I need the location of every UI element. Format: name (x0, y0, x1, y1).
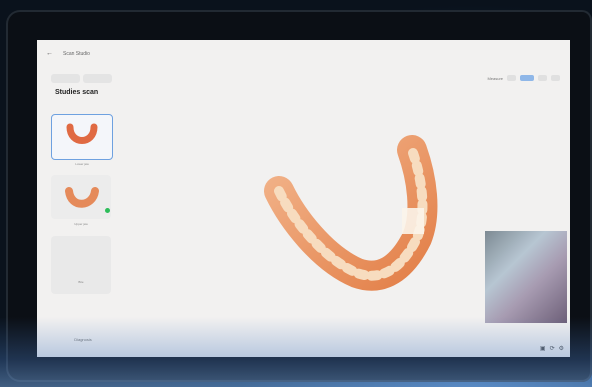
toggle-right[interactable] (83, 74, 112, 83)
rotate-icon[interactable]: ⟳ (550, 345, 555, 352)
scan-sidebar: Studies scan Lower jaw Upper jaw Bite Di… (49, 74, 117, 350)
status-done-icon (105, 208, 110, 213)
app-screen: ← Scan Studio Measure Studies scan Lower… (37, 40, 570, 357)
sidebar-heading: Studies scan (55, 89, 99, 96)
scan-item-label: Bite (78, 280, 84, 284)
camera-preview (485, 231, 567, 323)
fit-view-icon[interactable]: ▣ (540, 345, 546, 352)
view-toggle (51, 74, 117, 83)
app-title: Scan Studio (63, 51, 90, 57)
lower-jaw-thumbnail-icon (66, 123, 98, 144)
diagnosis-label[interactable]: Diagnosis (49, 337, 117, 342)
scan-item-upper-jaw[interactable]: Upper jaw (51, 175, 111, 226)
scan-item-bite[interactable]: Bite (51, 236, 111, 294)
scan-item-lower-jaw[interactable]: Lower jaw (51, 114, 113, 166)
toggle-left[interactable] (51, 74, 80, 83)
upper-jaw-thumbnail-icon (65, 187, 99, 208)
settings-icon[interactable]: ⚙ (559, 345, 564, 352)
back-arrow-icon[interactable]: ← (46, 50, 53, 57)
scan-item-label: Upper jaw (74, 222, 88, 226)
scan-item-label: Lower jaw (75, 162, 89, 166)
view-controls: ▣ ⟳ ⚙ (540, 345, 564, 352)
